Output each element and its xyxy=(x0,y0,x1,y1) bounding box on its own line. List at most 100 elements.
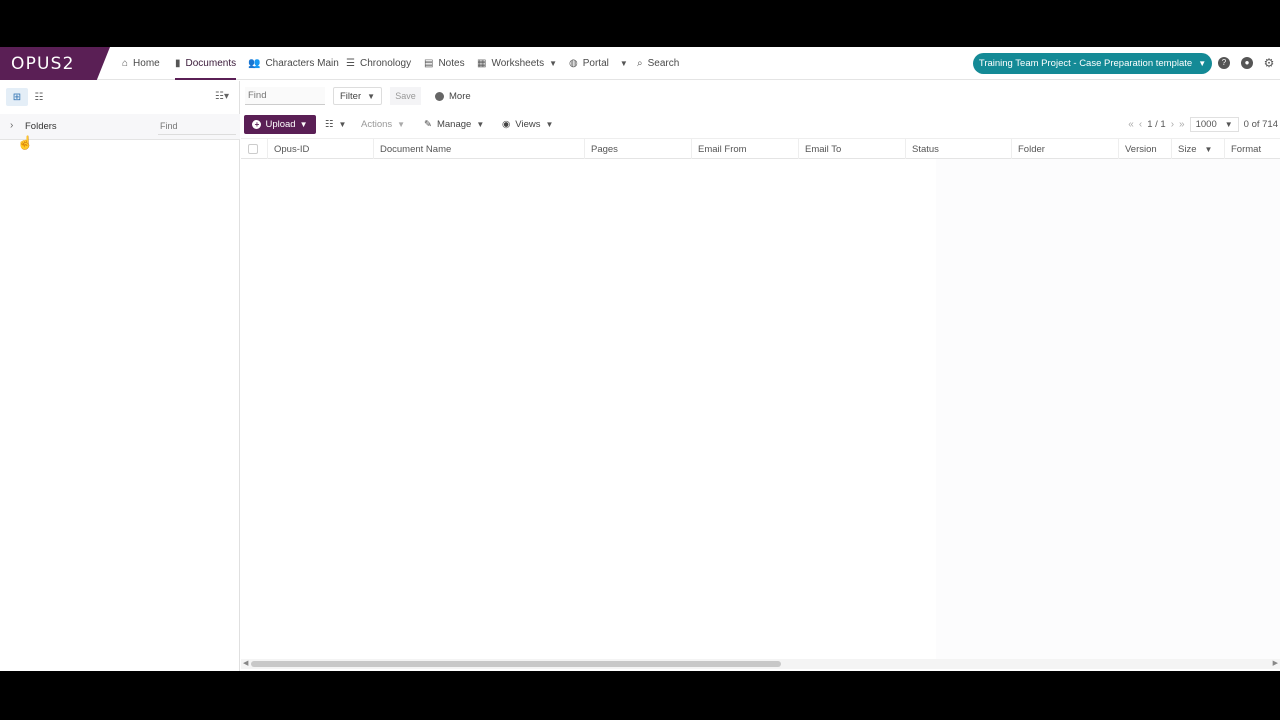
nav-home-label: Home xyxy=(133,58,160,69)
scroll-left-icon[interactable]: ◀ xyxy=(243,659,248,667)
project-name: Training Team Project - Case Preparation… xyxy=(978,58,1193,69)
chevron-down-icon: ▼ xyxy=(397,120,406,129)
column-header-pages[interactable]: Pages xyxy=(584,139,691,159)
more-icon xyxy=(435,91,444,101)
select-all-checkbox[interactable] xyxy=(248,144,258,154)
more-button[interactable]: More xyxy=(435,87,471,105)
chevron-down-icon: ▼ xyxy=(476,120,485,129)
nav-documents-label: Documents xyxy=(185,58,237,69)
actions-label: Actions xyxy=(361,119,393,130)
folders-label: Folders xyxy=(25,121,57,132)
more-label: More xyxy=(449,90,471,102)
chevron-down-icon: ▼ xyxy=(367,91,376,101)
user-icon[interactable]: ● xyxy=(1241,57,1253,69)
nav-search-label: Search xyxy=(647,58,680,69)
sidebar: ⊞ ☷ ☷▾ › Folders ☝ xyxy=(0,81,240,671)
page-indicator: 1 / 1 xyxy=(1147,119,1166,130)
chevron-down-icon: ▼ xyxy=(619,59,628,68)
chevron-down-icon: ▼ xyxy=(299,120,308,129)
scroll-right-icon[interactable]: ▶ xyxy=(1273,659,1278,667)
top-nav: OPUS2 ⌂ Home ▮ Documents 👥 Characters Ma… xyxy=(0,47,1280,80)
columns-menu-icon[interactable]: ☷▾ xyxy=(215,91,229,102)
horizontal-scrollbar[interactable]: ◀ ▶ xyxy=(241,659,1280,669)
gear-icon[interactable]: ⚙ xyxy=(1263,57,1275,69)
nav-characters-main[interactable]: 👥 Characters Main xyxy=(248,47,339,80)
chevron-down-icon: ▼ xyxy=(549,59,557,68)
document-toolbar: + Upload ▼ ☷ ▼ Actions ▼ ✎ Manage ▼ ◉ Vi… xyxy=(241,112,1280,138)
first-page-icon[interactable]: « xyxy=(1128,119,1134,130)
column-header-status[interactable]: Status xyxy=(905,139,1011,159)
nav-portal-label: Portal xyxy=(582,58,609,69)
nav-notes[interactable]: ▤ Notes xyxy=(424,47,465,80)
eye-icon: ◉ xyxy=(502,119,511,130)
table-icon: ▦ xyxy=(477,58,487,69)
column-header-format[interactable]: Format xyxy=(1224,139,1280,159)
nav-notes-label: Notes xyxy=(438,58,465,69)
column-header-opus-id[interactable]: Opus-ID xyxy=(267,139,373,159)
prev-page-icon[interactable]: ‹ xyxy=(1139,119,1142,130)
chevron-right-icon[interactable]: › xyxy=(10,120,13,131)
pager: « ‹ 1 / 1 › » 1000 ▼ 0 of 714 xyxy=(1128,115,1278,134)
people-icon: 👥 xyxy=(248,58,261,69)
app-window: OPUS2 ⌂ Home ▮ Documents 👥 Characters Ma… xyxy=(0,47,1280,671)
column-header-email-from[interactable]: Email From xyxy=(691,139,798,159)
column-header-email-to[interactable]: Email To xyxy=(798,139,905,159)
view-toggle: ⊞ ☷ xyxy=(6,88,50,106)
globe-icon: ◍ xyxy=(569,58,578,69)
nav-home[interactable]: ⌂ Home xyxy=(122,47,160,80)
upload-label: Upload xyxy=(265,119,296,130)
help-icon[interactable]: ? xyxy=(1218,57,1230,69)
column-header-size[interactable]: Size ▼ xyxy=(1171,139,1224,159)
next-page-icon[interactable]: › xyxy=(1171,119,1174,130)
chevron-down-icon: ▼ xyxy=(545,120,554,129)
logo-text: OPUS2 xyxy=(11,54,75,74)
nav-worksheets-label: Worksheets xyxy=(491,58,545,69)
chevron-down-icon: ▼ xyxy=(338,120,347,129)
document-icon: ▮ xyxy=(175,58,181,69)
document-find-input[interactable] xyxy=(245,87,325,105)
per-page-select[interactable]: 1000 ▼ xyxy=(1189,117,1239,132)
nav-chronology[interactable]: ☰ Chronology xyxy=(346,47,411,80)
per-page-value: 1000 xyxy=(1195,119,1217,130)
upload-button[interactable]: + Upload ▼ xyxy=(244,115,316,134)
list-icon: ☰ xyxy=(346,58,355,69)
scrollbar-thumb[interactable] xyxy=(251,661,781,667)
grid-header: Opus-ID Document Name Pages Email From E… xyxy=(241,138,1280,159)
search-icon: ⌕ xyxy=(637,58,643,69)
chevron-down-icon: ▼ xyxy=(1198,59,1207,68)
columns-icon: ☷ xyxy=(325,119,334,130)
project-selector[interactable]: Training Team Project - Case Preparation… xyxy=(973,53,1212,74)
list-view-icon[interactable]: ☷ xyxy=(28,88,50,106)
manage-menu[interactable]: ✎ Manage ▼ xyxy=(424,115,484,134)
last-page-icon[interactable]: » xyxy=(1179,119,1185,130)
column-header-document-name[interactable]: Document Name xyxy=(373,139,584,159)
column-header-folder[interactable]: Folder xyxy=(1011,139,1118,159)
filter-label: Filter xyxy=(340,90,362,102)
grid-body xyxy=(241,159,1280,659)
actions-menu[interactable]: Actions ▼ xyxy=(361,115,405,134)
sort-desc-icon: ▼ xyxy=(1204,144,1213,154)
folders-row[interactable]: › Folders xyxy=(0,114,240,140)
views-label: Views xyxy=(515,119,541,130)
column-header-version[interactable]: Version xyxy=(1118,139,1171,159)
column-header-size-label: Size xyxy=(1178,143,1197,155)
nav-worksheets[interactable]: ▦ Worksheets ▼ xyxy=(477,47,557,80)
folder-find-input[interactable] xyxy=(158,118,236,135)
nav-documents[interactable]: ▮ Documents xyxy=(175,47,237,80)
nav-search[interactable]: ⌕ Search xyxy=(637,47,679,80)
column-chooser-button[interactable]: ☷ ▼ xyxy=(325,115,346,134)
note-icon: ▤ xyxy=(424,58,434,69)
wrench-icon: ✎ xyxy=(424,119,432,130)
filter-button[interactable]: Filter ▼ xyxy=(333,87,383,105)
nav-portal[interactable]: ◍ Portal ▼ xyxy=(569,47,628,80)
manage-label: Manage xyxy=(436,119,472,130)
save-button[interactable]: Save xyxy=(390,87,421,105)
tree-view-icon[interactable]: ⊞ xyxy=(6,88,28,106)
pointer-cursor-icon: ☝ xyxy=(17,135,34,150)
logo[interactable]: OPUS2 xyxy=(0,47,110,80)
plus-icon: + xyxy=(252,120,262,129)
views-menu[interactable]: ◉ Views ▼ xyxy=(502,115,553,134)
documents-panel: Filter ▼ Save More + Upload ▼ ☷ ▼ Action… xyxy=(241,81,1280,671)
grid-band xyxy=(936,159,1280,659)
result-count: 0 of 714 xyxy=(1243,119,1278,130)
